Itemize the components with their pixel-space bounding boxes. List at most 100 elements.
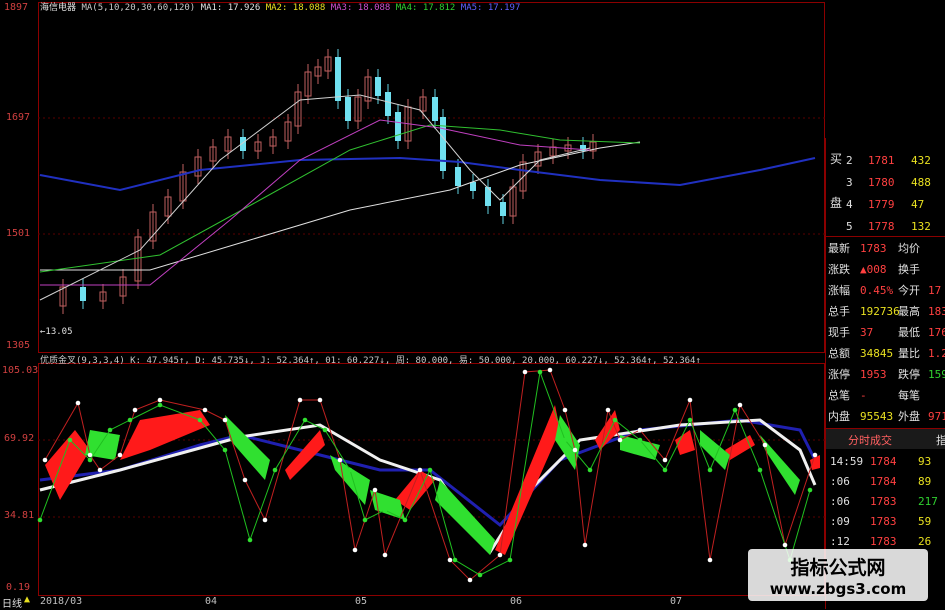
quote-row: 总笔 - 每笔 — [826, 386, 945, 406]
tick-row: 14:59 1784 93 — [826, 452, 945, 472]
tick-price: 1784 — [870, 475, 897, 488]
indicator-green-dot — [127, 417, 133, 423]
indicator-green-dot — [362, 517, 368, 523]
upper-axis-mid1: 1697 — [6, 112, 31, 123]
quote-value: 1953 — [860, 368, 887, 381]
candle-body — [385, 92, 391, 116]
date-label-1: 04 — [205, 596, 218, 607]
quote-row: 总手 192736 最高 183 — [826, 302, 945, 322]
quote-row: 最新 1783 均价 — [826, 239, 945, 259]
indicator-white-dot — [737, 402, 743, 408]
quote-value: 183 — [928, 305, 945, 318]
upper-header: 海信电器 MA(5,10,20,30,60,120) MA1: 17.926 M… — [40, 0, 520, 13]
indicator-green-band — [225, 415, 270, 480]
bid-row[interactable]: 2 1781 432 — [826, 151, 945, 171]
ma2-value: MA2: 18.088 — [265, 3, 326, 13]
indicator-header: 优质金叉(9,3,3,4) K: 47.945↑, D: 45.735↓, J:… — [40, 356, 701, 366]
indicator-white-dot — [87, 452, 93, 458]
indicator-red-band — [495, 405, 560, 555]
candle-body — [500, 202, 506, 216]
indicator-green-dot — [427, 467, 433, 473]
indicator-green-dot — [247, 537, 253, 543]
ma-white-line — [40, 141, 641, 271]
bid-level: 4 — [846, 198, 853, 211]
bid-row[interactable]: 5 1778 132 — [826, 217, 945, 237]
bid-row[interactable]: 3 1780 488 — [826, 173, 945, 193]
indicator-white-dot — [572, 447, 578, 453]
indicator-green-dot — [157, 402, 163, 408]
tick-time: :06 — [830, 495, 850, 508]
indicator-green-dot — [707, 467, 713, 473]
tick-volume: 217 — [918, 495, 938, 508]
indicator-green-dot — [382, 507, 388, 513]
quote-label: 涨跌 — [828, 263, 850, 276]
indicator-white-dot — [372, 487, 378, 493]
upper-axis-bottom: 1305 — [6, 340, 31, 351]
quote-row: 涨停 1953 跌停 159 — [826, 365, 945, 385]
indicator-green-dot — [507, 557, 513, 563]
tick-volume: 59 — [918, 515, 932, 528]
quote-row: 现手 37 最低 176 — [826, 323, 945, 343]
indicator-green-dot — [222, 447, 228, 453]
indicator-green-dot — [587, 467, 593, 473]
lower-axis-mid2: 34.81 — [4, 510, 35, 521]
indicator-green-dot — [87, 457, 93, 463]
indicator-green-dot — [402, 517, 408, 523]
candle-body — [80, 287, 86, 301]
quote-label: 最高 — [898, 305, 920, 318]
quote-label: 每笔 — [898, 389, 920, 402]
upper-axis-mid2: 1501 — [6, 228, 31, 239]
indicator-green-dot — [197, 417, 203, 423]
candle-body — [432, 97, 438, 121]
indicator-green-dot — [687, 417, 693, 423]
indicator-white-dot — [117, 452, 123, 458]
indicator-white-dot — [337, 457, 343, 463]
quote-value: - — [860, 389, 867, 402]
tick-time: :06 — [830, 475, 850, 488]
indicator-green-dot — [807, 487, 813, 493]
indicator-white-dot — [157, 397, 163, 403]
indicator-white-dot — [562, 407, 568, 413]
quote-value: 192736 — [860, 305, 900, 318]
ma-params: MA(5,10,20,30,60,120) — [81, 3, 196, 13]
candle-body — [345, 97, 351, 121]
indicator-white-dot — [605, 407, 611, 413]
indicator-green-dot — [452, 557, 458, 563]
upper-chart-frame — [38, 2, 825, 353]
ticks-right-tab[interactable]: 指 — [936, 432, 945, 448]
quote-value: 176 — [928, 326, 945, 339]
ticks-title[interactable]: 分时成交 — [848, 432, 892, 448]
lower-axis-bottom: 0.19 — [6, 582, 31, 593]
ticks-header: 分时成交 指 — [826, 429, 945, 449]
candle-body — [440, 117, 446, 171]
period-label[interactable]: 日线 — [2, 595, 22, 610]
ma5-value: MA5: 17.197 — [460, 3, 521, 13]
stock-name: 海信电器 — [40, 3, 77, 13]
quote-label: 今开 — [898, 284, 920, 297]
watermark: 指标公式网 www.zbgs3.com — [748, 549, 928, 601]
date-label-3: 06 — [510, 596, 523, 607]
indicator-green-dot — [67, 437, 73, 443]
ma4-value: MA4: 17.812 — [395, 3, 456, 13]
indicator-green-dot — [562, 437, 568, 443]
quote-label: 总手 — [828, 305, 850, 318]
indicator-green-dot — [107, 427, 113, 433]
indicator-white-dot — [762, 442, 768, 448]
indicator-white-dot — [132, 407, 138, 413]
indicator-green-dot — [637, 437, 643, 443]
candle-body — [335, 57, 341, 101]
quote-label: 最新 — [828, 242, 850, 255]
tick-row: :09 1783 59 — [826, 512, 945, 532]
upper-axis-top: 1897 — [4, 2, 29, 13]
date-label-2: 05 — [355, 596, 368, 607]
period-arrow-icon[interactable]: ▲ — [24, 594, 30, 605]
indicator-white-dot — [687, 397, 693, 403]
bid-row[interactable]: 4 1779 47 — [826, 195, 945, 215]
indicator-white-dot — [262, 517, 268, 523]
indicator-white-dot — [202, 407, 208, 413]
indicator-green-dot — [537, 369, 543, 375]
tick-price: 1784 — [870, 455, 897, 468]
chart-canvas[interactable] — [0, 0, 945, 609]
indicator-white-dot — [447, 557, 453, 563]
indicator-white-dot — [42, 457, 48, 463]
